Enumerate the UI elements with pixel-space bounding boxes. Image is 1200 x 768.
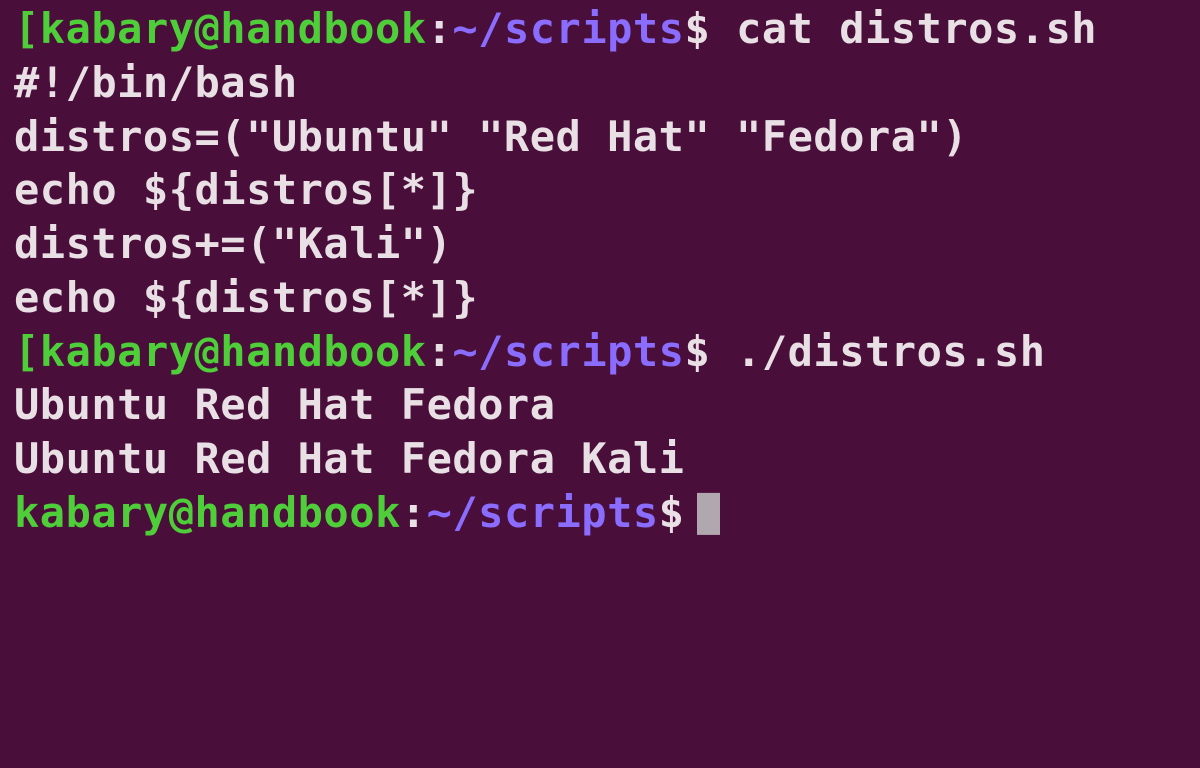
prompt-user-host: kabary@handbook <box>14 488 401 537</box>
prompt-bracket: [ <box>14 4 40 53</box>
command-text: cat distros.sh <box>736 4 1097 53</box>
prompt-line: [kabary@handbook:~/scripts$ cat distros.… <box>14 2 1190 56</box>
prompt-colon: : <box>427 327 453 376</box>
prompt-dollar: $ <box>684 327 710 376</box>
output-line: #!/bin/bash <box>14 56 1190 110</box>
prompt-path: ~/scripts <box>427 488 659 537</box>
output-line: echo ${distros[*]} <box>14 163 1190 217</box>
output-line: distros=("Ubuntu" "Red Hat" "Fedora") <box>14 110 1190 164</box>
prompt-line: kabary@handbook:~/scripts$ <box>14 486 1190 540</box>
prompt-line: [kabary@handbook:~/scripts$ ./distros.sh <box>14 325 1190 379</box>
prompt-colon: : <box>427 4 453 53</box>
output-line: Ubuntu Red Hat Fedora Kali <box>14 432 1190 486</box>
prompt-bracket: [ <box>14 327 40 376</box>
prompt-dollar: $ <box>684 4 710 53</box>
terminal[interactable]: [kabary@handbook:~/scripts$ cat distros.… <box>14 2 1190 540</box>
prompt-path: ~/scripts <box>452 4 684 53</box>
output-line: Ubuntu Red Hat Fedora <box>14 378 1190 432</box>
prompt-user-host: kabary@handbook <box>40 4 427 53</box>
command-text: ./distros.sh <box>736 327 1045 376</box>
output-line: distros+=("Kali") <box>14 217 1190 271</box>
prompt-user-host: kabary@handbook <box>40 327 427 376</box>
cursor-icon <box>697 493 720 535</box>
prompt-dollar: $ <box>659 488 685 537</box>
output-line: echo ${distros[*]} <box>14 271 1190 325</box>
prompt-path: ~/scripts <box>452 327 684 376</box>
prompt-colon: : <box>401 488 427 537</box>
